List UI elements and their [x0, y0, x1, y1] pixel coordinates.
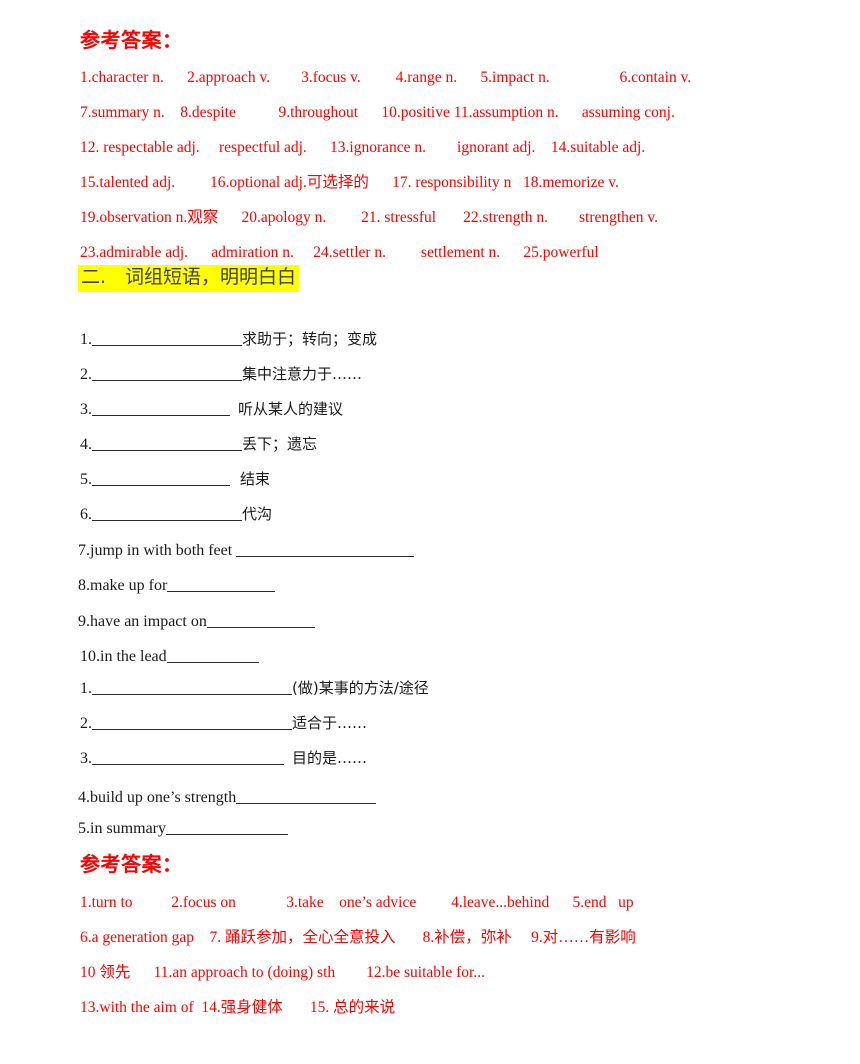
exercise-group-one-item: 5. 结束 [80, 470, 270, 488]
meaning-text: 丢下；遗忘 [242, 435, 318, 454]
phrase-text: in the lead [100, 648, 167, 666]
answer-key-top-line-3: 12. respectable adj. respectful adj. 13.… [80, 139, 646, 156]
answer-key-bottom-heading: 参考答案： [80, 854, 183, 876]
answer-key-bottom-line-3: 10 领先 11.an approach to (doing) sth 12.b… [80, 964, 485, 981]
answer-key-top-line-6: 23.admirable adj. admiration n. 24.settl… [80, 244, 599, 261]
answer-blank[interactable] [166, 819, 288, 836]
answer-key-bottom-line-1: 1.turn to 2.focus on 3.take one’s advice… [80, 894, 634, 911]
item-number: 9. [78, 613, 90, 631]
phrase-text: make up for [90, 577, 168, 595]
item-number: 6. [80, 506, 92, 524]
exercise-group-three-item: 2. 适合于…… [80, 714, 367, 732]
meaning-text: 适合于…… [292, 714, 368, 733]
answer-key-bottom-line-4: 13.with the aim of 14.强身健体 15. 总的来说 [80, 999, 396, 1016]
section-two-header: 二. 词组短语，明明白白 [78, 265, 300, 292]
phrase-text: in summary [90, 820, 166, 838]
exercise-group-one-item: 1. 求助于；转向；变成 [80, 330, 377, 348]
answer-key-top-heading: 参考答案： [80, 30, 183, 52]
item-number: 1. [80, 680, 92, 698]
answer-blank[interactable] [236, 541, 415, 558]
phrase-text: jump in with both feet [90, 542, 237, 560]
answer-blank[interactable] [92, 435, 242, 452]
answer-blank[interactable] [166, 647, 259, 664]
phrase-text: build up one’s strength [90, 789, 237, 807]
answer-blank[interactable] [92, 505, 242, 522]
exercise-group-one-item: 2. 集中注意力于…… [80, 365, 362, 383]
answer-blank[interactable] [92, 330, 242, 347]
exercise-group-three-item: 1. (做)某事的方法/途径 [80, 679, 429, 697]
item-number: 3. [80, 750, 92, 768]
item-number: 2. [80, 715, 92, 733]
exercise-group-two-item: 7.jump in with both feet [78, 541, 415, 560]
item-number: 4. [78, 789, 90, 807]
section-two-header-wrap: 二. 词组短语，明明白白 [78, 265, 300, 292]
item-number: 4. [80, 436, 92, 454]
meaning-text: 集中注意力于…… [242, 365, 363, 384]
answer-blank[interactable] [92, 470, 230, 487]
item-number: 1. [80, 331, 92, 349]
answer-key-top-line-5: 19.observation n.观察 20.apology n. 21. st… [80, 209, 659, 226]
answer-blank[interactable] [167, 576, 276, 593]
item-number: 8. [78, 577, 90, 595]
item-number: 7. [78, 542, 90, 560]
answer-blank[interactable] [92, 714, 292, 731]
answer-key-bottom-line-2: 6.a generation gap 7. 踊跃参加，全心全意投入 8.补偿，弥… [80, 929, 636, 946]
meaning-text: (做)某事的方法/途径 [292, 679, 429, 698]
worksheet-page: 参考答案： /*placeholder*/ 1.character n. 2.a… [0, 0, 860, 1064]
answer-blank[interactable] [92, 400, 230, 417]
exercise-group-two-item: 8.make up for [78, 576, 276, 595]
exercise-group-one-item: 6. 代沟 [80, 505, 272, 523]
item-number: 10. [80, 648, 100, 666]
item-number: 3. [80, 401, 92, 419]
answer-blank[interactable] [206, 612, 315, 629]
exercise-group-one-item: 3. 听从某人的建议 [80, 400, 343, 418]
exercise-group-two-item: 9.have an impact on [78, 612, 315, 630]
item-number: 2. [80, 366, 92, 384]
item-number: 5. [78, 820, 90, 838]
meaning-text: 结束 [240, 470, 271, 489]
answer-blank[interactable] [92, 749, 284, 766]
answer-key-top-line-4: 15.talented adj. 16.optional adj.可选择的 17… [80, 174, 619, 191]
answer-blank[interactable] [236, 788, 377, 805]
exercise-group-four-item: 5.in summary [78, 819, 288, 837]
answer-blank[interactable] [92, 365, 242, 382]
exercise-group-two-item: 10.in the lead [80, 647, 259, 665]
exercise-group-three-item: 3. 目的是…… [80, 749, 367, 767]
answer-key-top-line-2: 7.summary n. 8.despite 9.throughout 10.p… [80, 104, 675, 121]
meaning-text: 目的是…… [292, 749, 368, 768]
meaning-text: 求助于；转向；变成 [242, 330, 378, 349]
answer-key-top-line-1: 1.character n. 2.approach v. 3.focus v. … [80, 69, 692, 86]
meaning-text: 听从某人的建议 [238, 400, 344, 419]
item-number: 5. [80, 471, 92, 489]
exercise-group-one-item: 4. 丢下；遗忘 [80, 435, 317, 453]
meaning-text: 代沟 [242, 505, 273, 524]
exercise-group-four-item: 4.build up one’s strength [78, 788, 377, 807]
phrase-text: have an impact on [90, 613, 207, 631]
answer-blank[interactable] [92, 679, 292, 696]
